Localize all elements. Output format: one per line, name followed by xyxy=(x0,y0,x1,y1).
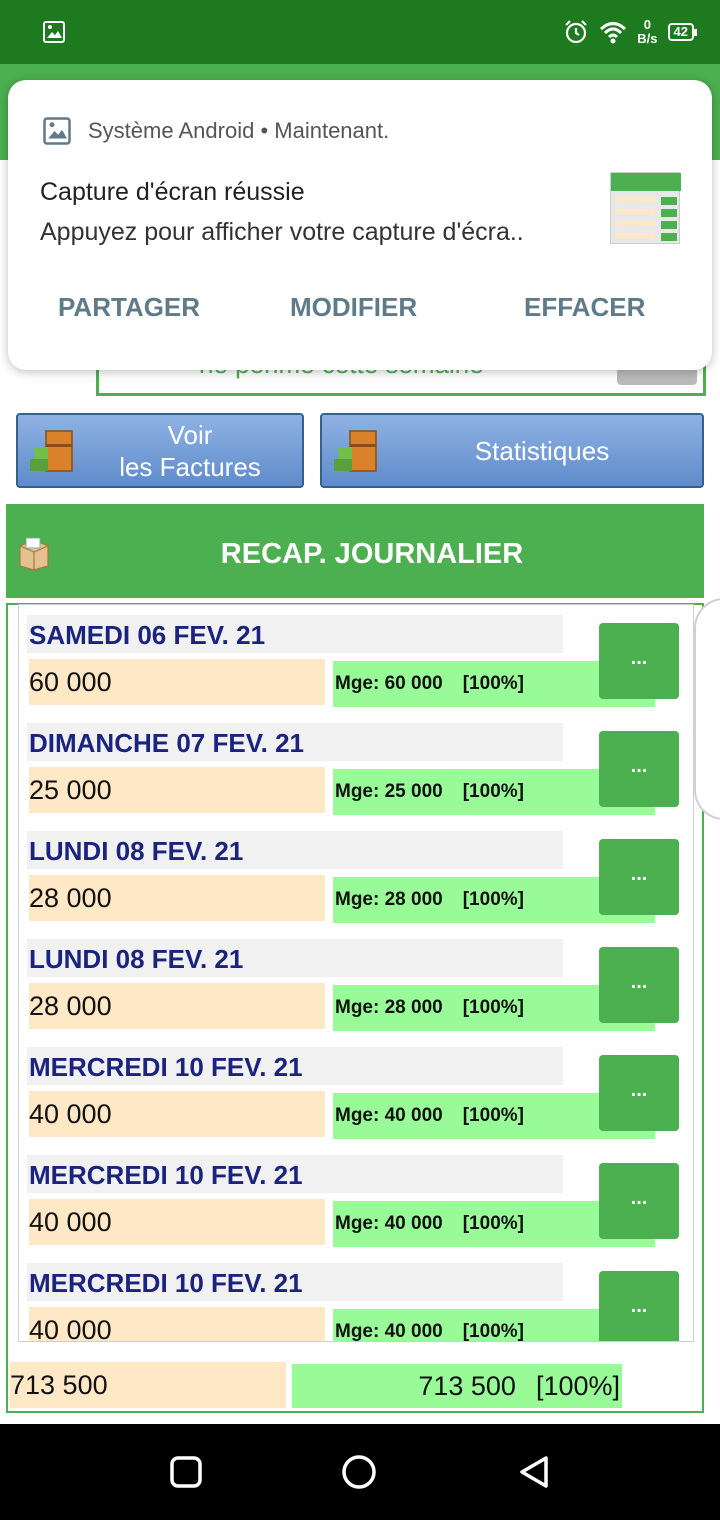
row-margin-value: Mge: 25 000 xyxy=(335,781,443,802)
row-date: LUNDI 08 FEV. 21 xyxy=(27,939,563,977)
boxes-icon xyxy=(30,430,73,472)
view-invoices-button[interactable]: Voir les Factures xyxy=(16,413,304,488)
status-icons: 0 B/s 42 xyxy=(563,14,698,50)
row-margin-value: Mge: 60 000 xyxy=(335,673,443,694)
status-bar: 0 B/s 42 xyxy=(0,0,720,64)
row-margin-percent: [100%] xyxy=(462,673,524,694)
network-speed: 0 B/s xyxy=(637,18,657,46)
network-speed-value: 0 xyxy=(643,17,652,32)
recap-row: MERCREDI 10 FEV. 21 40 000 Mge: 40 000 [100… xyxy=(19,1145,693,1253)
row-margin-percent: [100%] xyxy=(462,997,524,1018)
row-date: SAMEDI 06 FEV. 21 xyxy=(27,615,563,653)
edit-button[interactable]: MODIFIER xyxy=(290,292,417,323)
boxes-icon xyxy=(334,430,377,472)
notification-title: Capture d'écran réussie xyxy=(40,178,305,206)
row-margin-percent: [100%] xyxy=(462,1213,524,1234)
row-date: MERCREDI 10 FEV. 21 xyxy=(27,1155,563,1193)
row-date: MERCREDI 10 FEV. 21 xyxy=(27,1047,563,1085)
separator-dot: • xyxy=(260,118,275,143)
back-icon[interactable] xyxy=(516,1454,552,1490)
view-invoices-line2: les Factures xyxy=(119,451,261,482)
row-date: LUNDI 08 FEV. 21 xyxy=(27,831,563,869)
row-more-button[interactable]: ... xyxy=(599,731,679,807)
total-margin: 713 500 [100%] xyxy=(292,1364,622,1408)
row-amount: 40 000 xyxy=(29,1307,325,1341)
screenshot-notification[interactable]: Système Android • Maintenant. Capture d'… xyxy=(8,80,712,370)
scroll-handle[interactable] xyxy=(694,598,720,820)
recap-row: LUNDI 08 FEV. 21 28 000 Mge: 28 000 [100%].… xyxy=(19,929,693,1037)
delete-button[interactable]: EFFACER xyxy=(524,292,645,323)
row-margin-value: Mge: 40 000 xyxy=(335,1321,443,1342)
row-more-button[interactable]: ... xyxy=(599,1271,679,1341)
network-speed-unit: B/s xyxy=(637,31,658,46)
total-margin-value: 713 500 xyxy=(418,1371,516,1401)
row-date: DIMANCHE 07 FEV. 21 xyxy=(27,723,563,761)
total-amount: 713 500 xyxy=(10,1362,286,1408)
row-more-button[interactable]: ... xyxy=(599,623,679,699)
row-more-button[interactable]: ... xyxy=(599,947,679,1023)
recap-row: MERCREDI 10 FEV. 21 40 000 Mge: 40 000 [100… xyxy=(19,1037,693,1145)
view-invoices-line1: Voir xyxy=(167,419,213,450)
recap-row: MERCREDI 10 FEV. 21 40 000 Mge: 40 000 [100… xyxy=(19,1253,693,1342)
recap-row: LUNDI 08 FEV. 21 28 000 Mge: 28 000 [100%].… xyxy=(19,821,693,929)
row-amount: 60 000 xyxy=(29,659,325,705)
row-more-button[interactable]: ... xyxy=(599,1163,679,1239)
notification-text: Appuyez pour afficher votre capture d'éc… xyxy=(40,218,524,246)
row-amount: 40 000 xyxy=(29,1199,325,1245)
notification-actions: PARTAGER MODIFIER EFFACER xyxy=(8,292,712,332)
image-icon xyxy=(43,117,71,145)
home-icon[interactable] xyxy=(341,1454,377,1490)
row-margin-percent: [100%] xyxy=(462,889,524,910)
screenshot-thumbnail[interactable] xyxy=(610,172,681,244)
statistics-button[interactable]: Statistiques xyxy=(320,413,704,488)
recap-row: DIMANCHE 07 FEV. 21 25 000 Mge: 25 000 [100… xyxy=(19,713,693,821)
row-margin-percent: [100%] xyxy=(462,781,524,802)
recap-row: SAMEDI 06 FEV. 21 60 000 Mge: 60 000 [100%]… xyxy=(19,605,693,713)
row-margin-percent: [100%] xyxy=(462,1321,524,1342)
row-amount: 25 000 xyxy=(29,767,325,813)
row-amount: 28 000 xyxy=(29,983,325,1029)
recap-list[interactable]: SAMEDI 06 FEV. 21 60 000 Mge: 60 000 [100%]… xyxy=(18,604,694,1342)
recap-title: RECAP. JOURNALIER xyxy=(220,538,524,570)
recent-apps-icon[interactable] xyxy=(170,1456,202,1488)
row-margin-value: Mge: 28 000 xyxy=(335,889,443,910)
row-amount: 28 000 xyxy=(29,875,325,921)
alarm-icon xyxy=(565,20,588,44)
recap-header: RECAP. JOURNALIER xyxy=(6,504,704,598)
notification-time: Maintenant. xyxy=(274,118,390,143)
row-more-button[interactable]: ... xyxy=(599,1055,679,1131)
image-icon xyxy=(43,21,65,43)
row-margin-percent: [100%] xyxy=(462,1105,524,1126)
notification-source: Système Android • Maintenant. xyxy=(88,118,389,144)
row-margin-value: Mge: 28 000 xyxy=(335,997,443,1018)
wifi-icon xyxy=(600,22,627,44)
battery-icon: 42 xyxy=(667,23,698,41)
total-margin-percent: [100%] xyxy=(535,1371,620,1401)
row-date: MERCREDI 10 FEV. 21 xyxy=(27,1263,563,1301)
navigation-bar xyxy=(0,1424,720,1520)
thumbnail-preview xyxy=(611,173,681,241)
share-button[interactable]: PARTAGER xyxy=(58,292,200,323)
row-margin-value: Mge: 40 000 xyxy=(335,1105,443,1126)
notification-app-name: Système Android xyxy=(88,118,255,143)
battery-level: 42 xyxy=(673,24,688,39)
row-amount: 40 000 xyxy=(29,1091,325,1137)
row-margin-value: Mge: 40 000 xyxy=(335,1213,443,1234)
row-more-button[interactable]: ... xyxy=(599,839,679,915)
